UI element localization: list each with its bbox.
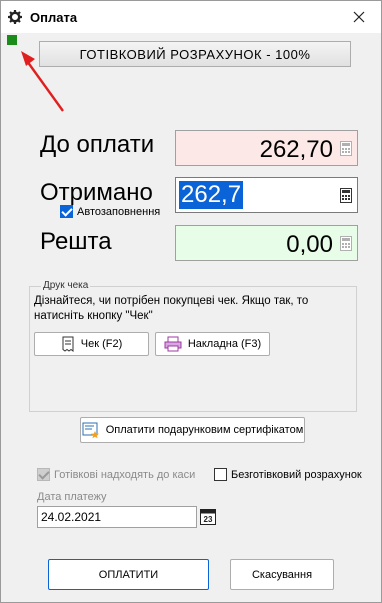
gear-icon [8, 10, 22, 24]
change-field[interactable]: 0,00 [175, 225, 358, 261]
receipt-group-title: Друк чека [41, 280, 91, 291]
calculator-icon[interactable] [340, 188, 352, 203]
print-check-label: Чек (F2) [80, 338, 123, 350]
payment-date-label: Дата платежу [37, 491, 107, 503]
change-label: Решта [40, 228, 112, 255]
calendar-day: 23 [204, 515, 213, 524]
cashless-row[interactable]: Безготівковий розрахунок [214, 468, 362, 481]
title-bar: Оплата [1, 1, 381, 33]
amount-received-label: Отримано [40, 179, 153, 206]
gift-certificate-button[interactable]: Оплатити подарунковим сертифікатом [80, 417, 305, 443]
pay-button[interactable]: ОПЛАТИТИ [48, 559, 209, 590]
cash-to-register-row: Готівкові надходять до каси [37, 468, 195, 481]
cashless-label: Безготівковий розрахунок [231, 468, 362, 481]
amount-due-field[interactable]: 262,70 [175, 130, 358, 166]
cancel-button[interactable]: Скасування [230, 559, 334, 590]
payment-date-input[interactable]: 24.02.2021 [37, 506, 197, 528]
amount-due-value: 262,70 [259, 136, 333, 163]
cash-to-register-label: Готівкові надходять до каси [54, 468, 196, 481]
receipt-hint-text: Дізнайтеся, чи потрібен покупцеві чек. Я… [34, 295, 309, 322]
cancel-button-label: Скасування [251, 568, 313, 581]
calculator-icon[interactable] [340, 236, 352, 251]
cash-to-register-checkbox [37, 468, 50, 481]
amount-received-value: 262,7 [179, 181, 244, 209]
autofill-label: Автозаповнення [77, 205, 161, 218]
printer-icon [164, 336, 182, 352]
receipt-icon [62, 336, 74, 352]
payment-dialog: Оплата ГОТІВКОВИЙ РОЗРАХУНОК - 100% До о… [0, 0, 382, 603]
amount-due-label: До оплати [40, 131, 155, 158]
amount-received-input[interactable]: 262,7 [175, 177, 358, 213]
print-invoice-button[interactable]: Накладна (F3) [155, 332, 270, 356]
print-check-button[interactable]: Чек (F2) [34, 332, 149, 356]
autofill-checkbox[interactable] [60, 205, 73, 218]
change-value: 0,00 [286, 231, 333, 258]
status-indicator [7, 35, 17, 45]
gift-certificate-label: Оплатити подарунковим сертифікатом [105, 424, 304, 436]
close-icon [353, 11, 365, 23]
autofill-checkbox-row[interactable]: Автозаповнення [60, 205, 160, 218]
calendar-icon[interactable]: 23 [200, 508, 216, 525]
pay-button-label: ОПЛАТИТИ [98, 568, 159, 581]
close-button[interactable] [345, 5, 373, 29]
payment-mode-button[interactable]: ГОТІВКОВИЙ РОЗРАХУНОК - 100% [39, 41, 351, 67]
calculator-icon[interactable] [340, 141, 352, 156]
window-title: Оплата [30, 10, 78, 25]
cashless-checkbox[interactable] [214, 468, 227, 481]
certificate-icon [82, 422, 99, 439]
print-invoice-label: Накладна (F3) [187, 338, 262, 350]
